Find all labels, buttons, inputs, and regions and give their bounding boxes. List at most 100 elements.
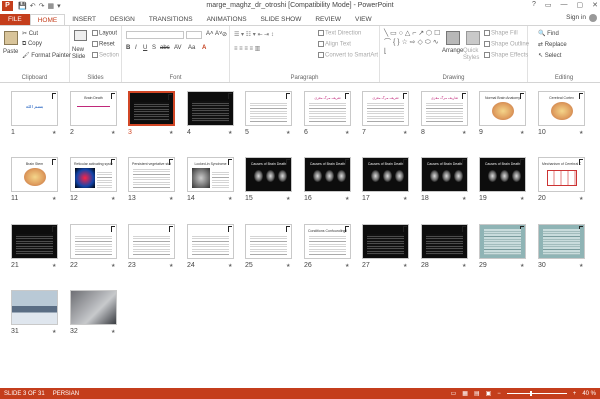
maximize-icon[interactable]: ▢	[577, 1, 584, 9]
ribbon-display-icon[interactable]: ▭	[545, 1, 552, 9]
transition-star-icon[interactable]: ★	[169, 196, 173, 202]
transition-star-icon[interactable]: ★	[579, 263, 583, 269]
slide-thumbnail[interactable]: تعريف مرگ مغزی	[362, 91, 409, 126]
slide-thumbnail[interactable]	[421, 224, 468, 259]
transition-star-icon[interactable]: ★	[520, 130, 524, 136]
reset-button[interactable]: Reset	[92, 41, 115, 48]
replace-button[interactable]: ⇄ Replace	[538, 41, 567, 48]
transition-star-icon[interactable]: ★	[228, 196, 232, 202]
paste-button[interactable]: Paste	[3, 49, 18, 55]
slide-thumbnail[interactable]	[187, 91, 234, 126]
tab-view[interactable]: VIEW	[348, 14, 379, 25]
font-size-field[interactable]	[186, 31, 202, 39]
slide-thumbnail[interactable]: Locked-in Syndrome	[187, 157, 234, 192]
slide-thumbnail[interactable]	[70, 290, 117, 325]
sorter-view-icon[interactable]: ▦	[462, 390, 468, 397]
shape-effects-button[interactable]: Shape Effects	[484, 52, 528, 59]
transition-star-icon[interactable]: ★	[52, 130, 56, 136]
slide-thumbnail[interactable]	[11, 290, 58, 325]
convert-smartart-button[interactable]: Convert to SmartArt	[318, 52, 378, 59]
help-icon[interactable]: ?	[532, 1, 536, 9]
text-direction-button[interactable]: Text Direction	[318, 30, 361, 37]
shape-outline-button[interactable]: Shape Outline	[484, 41, 529, 48]
language-indicator[interactable]: PERSIAN	[53, 391, 79, 397]
arrange-icon[interactable]	[446, 31, 460, 45]
slide-thumbnail[interactable]	[128, 91, 175, 126]
transition-star-icon[interactable]: ★	[111, 263, 115, 269]
transition-star-icon[interactable]: ★	[52, 329, 56, 335]
transition-star-icon[interactable]: ★	[169, 263, 173, 269]
font-color-button[interactable]: A	[202, 45, 206, 51]
tab-design[interactable]: DESIGN	[103, 14, 142, 25]
slide-thumbnail[interactable]: Normal Brain Anatomy	[479, 91, 526, 126]
transition-star-icon[interactable]: ★	[345, 130, 349, 136]
zoom-slider-thumb[interactable]	[529, 391, 532, 396]
grow-font-button[interactable]: A˄	[206, 31, 214, 37]
quick-styles-button[interactable]: Quick Styles	[463, 48, 481, 62]
section-button[interactable]: Section	[92, 52, 119, 59]
shapes-gallery[interactable]: ╲ ▭ ○ △ ⌐ ↗ ⬡ ☐ ⌒ { } ☆ ⇨ ◇ ⬭ ∿ ⌊	[384, 29, 442, 56]
transition-star-icon[interactable]: ★	[403, 196, 407, 202]
slide-thumbnail[interactable]	[245, 91, 292, 126]
transition-star-icon[interactable]: ★	[228, 130, 232, 136]
slide-thumbnail[interactable]	[362, 224, 409, 259]
slide-thumbnail[interactable]: بسم الله	[11, 91, 58, 126]
change-case-button[interactable]: Aa	[188, 45, 195, 51]
slide-thumbnail[interactable]	[128, 224, 175, 259]
zoom-slider[interactable]	[506, 391, 567, 396]
zoom-in-icon[interactable]: +	[573, 391, 577, 397]
char-spacing-button[interactable]: AV	[174, 45, 182, 51]
slide-thumbnail[interactable]: تعريف مرگ مغزی	[304, 91, 351, 126]
transition-star-icon[interactable]: ★	[111, 196, 115, 202]
transition-star-icon[interactable]: ★	[52, 196, 56, 202]
transition-star-icon[interactable]: ★	[462, 130, 466, 136]
slide-thumbnail[interactable]	[245, 224, 292, 259]
strikethrough-button[interactable]: abc	[160, 45, 170, 51]
tab-transitions[interactable]: TRANSITIONS	[142, 14, 200, 25]
slide-thumbnail[interactable]: Brain Stem	[11, 157, 58, 192]
transition-star-icon[interactable]: ★	[286, 263, 290, 269]
tab-slide-show[interactable]: SLIDE SHOW	[254, 14, 309, 25]
slide-thumbnail[interactable]: Cerebral Cortex	[538, 91, 585, 126]
slide-thumbnail[interactable]: تعاريف مرگ مغزی	[421, 91, 468, 126]
account-icon[interactable]	[589, 14, 597, 22]
transition-star-icon[interactable]: ★	[520, 263, 524, 269]
transition-star-icon[interactable]: ★	[579, 196, 583, 202]
format-painter-button[interactable]: 🖌 Format Painter	[22, 52, 71, 59]
slide-thumbnail[interactable]	[479, 224, 526, 259]
slide-thumbnail[interactable]: Causes of Brain Death	[421, 157, 468, 192]
tab-insert[interactable]: INSERT	[65, 14, 103, 25]
transition-star-icon[interactable]: ★	[286, 130, 290, 136]
clear-format-button[interactable]: ⊘	[222, 31, 227, 38]
find-button[interactable]: 🔍 Find	[538, 30, 559, 37]
underline-button[interactable]: U	[143, 45, 147, 51]
tab-review[interactable]: REVIEW	[308, 14, 348, 25]
new-slide-button[interactable]: New Slide	[72, 47, 92, 61]
close-icon[interactable]: ✕	[592, 1, 598, 9]
reading-view-icon[interactable]: ▤	[474, 390, 480, 397]
transition-star-icon[interactable]: ★	[520, 196, 524, 202]
sign-in-link[interactable]: Sign in	[566, 14, 586, 22]
select-button[interactable]: ↖ Select	[538, 52, 561, 59]
shape-fill-button[interactable]: Shape Fill	[484, 30, 518, 37]
transition-star-icon[interactable]: ★	[462, 196, 466, 202]
tab-home[interactable]: HOME	[29, 14, 66, 25]
tab-animations[interactable]: ANIMATIONS	[200, 14, 254, 25]
list-buttons[interactable]: ☰ ▾ ☷ ▾ ⇤ ⇥ ↕	[234, 31, 274, 38]
normal-view-icon[interactable]: ▭	[451, 390, 457, 397]
slide-thumbnail[interactable]: Brain Death	[70, 91, 117, 126]
slide-thumbnail[interactable]: Causes of Brain Death	[362, 157, 409, 192]
slide-thumbnail[interactable]	[187, 224, 234, 259]
align-text-button[interactable]: Align Text	[318, 41, 351, 48]
slide-thumbnail[interactable]: Reticular activating system	[70, 157, 117, 192]
new-slide-icon[interactable]	[74, 30, 87, 41]
slide-thumbnail[interactable]: Mechanism of Cerebral Death	[538, 157, 585, 192]
cut-button[interactable]: ✂ Cut	[22, 30, 38, 37]
shadow-button[interactable]: S	[152, 45, 156, 51]
transition-star-icon[interactable]: ★	[579, 130, 583, 136]
transition-star-icon[interactable]: ★	[286, 196, 290, 202]
quick-styles-icon[interactable]	[466, 31, 480, 45]
transition-star-icon[interactable]: ★	[228, 263, 232, 269]
font-name-field[interactable]	[126, 31, 184, 39]
layout-button[interactable]: Layout	[92, 30, 117, 37]
